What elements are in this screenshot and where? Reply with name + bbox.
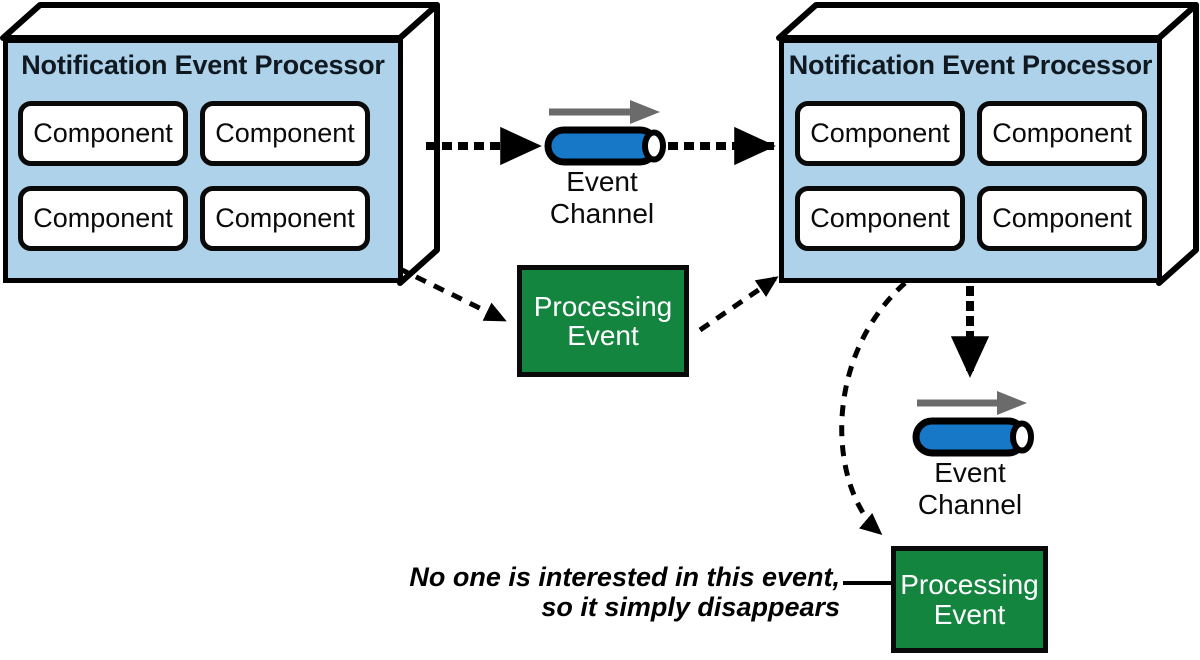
right-processor-component-1[interactable]: Component <box>795 101 965 166</box>
processing-event-box-bottom[interactable]: Processing Event <box>891 546 1048 653</box>
channel-top-graphic <box>544 100 666 166</box>
left-processor-component-2[interactable]: Component <box>200 101 370 166</box>
component-label: Component <box>992 203 1132 233</box>
processing-event-line1: Processing <box>900 569 1039 601</box>
component-label: Component <box>215 203 355 233</box>
right-processor-side-face <box>1156 2 1199 286</box>
channel-bottom-label-line1: Event <box>934 457 1006 488</box>
diagram-canvas: Notification Event Processor Component C… <box>0 0 1200 660</box>
connector-left-processor-to-processing-event <box>396 265 507 323</box>
left-processor-top-face <box>0 2 440 41</box>
right-processor-component-4[interactable]: Component <box>977 186 1147 251</box>
channel-bottom-label-line2: Channel <box>917 489 1023 520</box>
component-label: Component <box>810 118 950 148</box>
component-label: Component <box>215 118 355 148</box>
channel-bottom-cylinder-cap <box>1010 420 1034 454</box>
connector-processing-event-to-right-processor <box>698 275 779 333</box>
channel-top-cylinder-cap <box>642 129 666 163</box>
channel-top-label-line2: Channel <box>549 198 655 229</box>
left-processor-component-1[interactable]: Component <box>18 101 188 166</box>
channel-bottom-graphic <box>912 391 1034 457</box>
discard-annotation: No one is interested in this event, so i… <box>180 562 840 622</box>
processing-event-line2: Event <box>567 320 639 351</box>
channel-top-cylinder-body <box>544 126 660 166</box>
right-processor-component-3[interactable]: Component <box>795 186 965 251</box>
left-processor-title: Notification Event Processor <box>21 50 385 80</box>
component-label: Component <box>992 118 1132 148</box>
processing-event-line1: Processing <box>533 290 673 322</box>
channel-bottom-cylinder-body <box>912 417 1028 457</box>
left-processor-component-4[interactable]: Component <box>200 186 370 251</box>
component-label: Component <box>33 203 173 233</box>
processing-event-box-middle[interactable]: Processing Event <box>517 265 689 377</box>
discard-annotation-line1: No one is interested in this event, <box>409 562 840 592</box>
channel-top-label-line1: Event <box>566 166 638 197</box>
channel-bottom-right-arrow-icon <box>917 391 1027 415</box>
left-processor-component-3[interactable]: Component <box>18 186 188 251</box>
discard-annotation-line2: so it simply disappears <box>541 592 840 623</box>
channel-top-right-arrow-icon <box>549 100 660 124</box>
right-processor-top-face <box>776 2 1199 41</box>
processing-event-line2: Event <box>933 598 1006 630</box>
right-processor-component-2[interactable]: Component <box>977 101 1147 166</box>
right-processor-title: Notification Event Processor <box>788 50 1153 80</box>
component-label: Component <box>810 203 950 233</box>
component-label: Component <box>33 118 173 148</box>
